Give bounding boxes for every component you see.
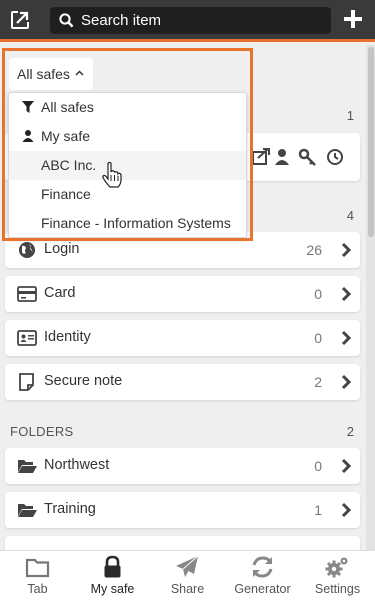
type-item-secure-note[interactable]: Secure note 2 [5,364,360,400]
chevron-right-icon [341,242,352,258]
type-item-card[interactable]: Card 0 [5,276,360,312]
share-icon [252,148,270,165]
type-item-count: 26 [306,242,322,258]
scrollbar-thumb[interactable] [368,47,374,237]
nav-tab[interactable]: Tab [0,551,75,600]
nav-generator[interactable]: Generator [225,551,300,600]
chevron-right-icon [341,374,352,390]
type-item-label: Login [44,241,80,257]
folder-item-partial[interactable] [5,536,360,550]
exit-arrow-icon[interactable] [9,9,31,31]
top-bar: Search item [0,0,375,42]
lock-icon [104,555,121,578]
type-item-label: Secure note [44,373,123,389]
plus-icon[interactable] [344,10,362,28]
folder-icon [25,558,50,578]
chevron-right-icon [341,458,352,474]
nav-my-safe[interactable]: My safe [75,551,150,600]
folder-open-icon [18,504,37,517]
folder-item-northwest[interactable]: Northwest 0 [5,448,360,484]
orange-highlight-frame [2,48,253,241]
type-item-label: Identity [44,329,91,345]
search-icon [59,13,74,28]
folder-item-count: 0 [314,458,322,474]
nav-label: Generator [234,582,291,596]
search-placeholder: Search item [81,12,162,29]
nav-settings[interactable]: Settings [300,551,375,600]
note-icon [19,373,34,391]
chevron-right-icon [341,286,352,302]
type-item-label: Card [44,285,76,301]
folder-item-training[interactable]: Training 1 [5,492,360,528]
folder-item-label: Northwest [44,457,110,473]
folder-item-count: 1 [314,502,322,518]
folder-open-icon [18,460,37,473]
type-item-count: 2 [314,374,322,390]
chevron-right-icon [341,502,352,518]
scrollbar[interactable] [366,45,375,550]
id-card-icon [17,330,37,346]
search-input[interactable]: Search item [50,7,331,34]
folder-item-label: Training [44,501,96,517]
paper-plane-icon [176,555,199,577]
folders-count: 2 [346,424,354,439]
nav-label: My safe [90,582,135,596]
favorites-count: 1 [346,108,354,123]
types-count: 4 [346,208,354,223]
nav-label: Share [170,582,205,596]
type-item-identity[interactable]: Identity 0 [5,320,360,356]
nav-label: Tab [27,582,48,596]
gears-icon [325,557,348,578]
bottom-navigation: Tab My safe Share Generator Settings [0,550,375,600]
folders-section-title: FOLDERS [10,424,74,439]
chevron-right-icon [341,330,352,346]
type-item-count: 0 [314,330,322,346]
credit-card-icon [17,286,37,302]
globe-icon [19,242,35,258]
nav-share[interactable]: Share [150,551,225,600]
item-actions[interactable] [252,146,356,170]
hand-pointer-icon [102,162,122,188]
type-item-count: 0 [314,286,322,302]
refresh-icon [252,556,273,578]
nav-label: Settings [314,582,361,596]
